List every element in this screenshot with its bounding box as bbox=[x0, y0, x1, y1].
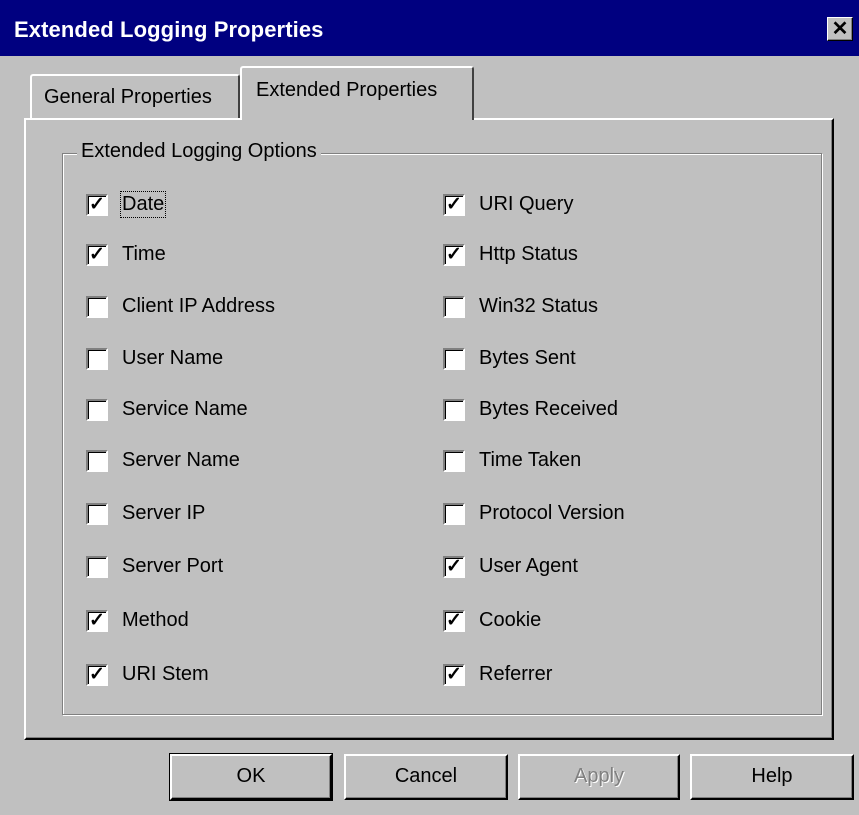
option-label: Protocol Version bbox=[479, 502, 625, 524]
option-label: Cookie bbox=[479, 609, 542, 631]
option-label: Bytes Sent bbox=[479, 347, 576, 369]
option-label: URI Query bbox=[479, 193, 574, 215]
checkbox[interactable] bbox=[86, 399, 108, 421]
cancel-button[interactable]: Cancel bbox=[344, 754, 508, 800]
option-label: Client IP Address bbox=[122, 295, 276, 317]
checkbox[interactable] bbox=[86, 348, 108, 370]
checkmark-icon: ✓ bbox=[89, 194, 105, 215]
checkmark-icon: ✓ bbox=[89, 244, 105, 265]
checkbox[interactable] bbox=[86, 556, 108, 578]
title-bar: Extended Logging Properties ✕ bbox=[0, 0, 859, 56]
checkbox[interactable] bbox=[443, 399, 465, 421]
checkmark-icon: ✓ bbox=[446, 556, 462, 577]
checkbox[interactable]: ✓ bbox=[443, 664, 465, 686]
checkbox[interactable] bbox=[86, 296, 108, 318]
checkbox[interactable]: ✓ bbox=[443, 244, 465, 266]
checkbox[interactable]: ✓ bbox=[86, 610, 108, 632]
checkbox[interactable]: ✓ bbox=[86, 194, 108, 216]
checkbox[interactable]: ✓ bbox=[86, 244, 108, 266]
checkbox[interactable]: ✓ bbox=[443, 556, 465, 578]
option-label: Referrer bbox=[479, 663, 553, 685]
checkbox[interactable] bbox=[86, 503, 108, 525]
checkmark-icon: ✓ bbox=[446, 244, 462, 265]
checkbox[interactable] bbox=[443, 348, 465, 370]
extended-logging-options-group: Extended Logging Options ✓ Date ✓ Time C… bbox=[62, 140, 822, 715]
option-label: User Agent bbox=[479, 555, 578, 577]
option-label: Http Status bbox=[479, 243, 578, 265]
checkmark-icon: ✓ bbox=[89, 610, 105, 631]
checkbox[interactable]: ✓ bbox=[443, 194, 465, 216]
option-label: Time bbox=[122, 243, 166, 265]
checkmark-icon: ✓ bbox=[446, 194, 462, 215]
checkbox[interactable]: ✓ bbox=[443, 610, 465, 632]
group-legend: Extended Logging Options bbox=[77, 140, 321, 163]
checkbox[interactable]: ✓ bbox=[86, 664, 108, 686]
option-label: Service Name bbox=[122, 398, 248, 420]
option-label: Server IP bbox=[122, 502, 206, 524]
option-label: URI Stem bbox=[122, 663, 209, 685]
option-label: Server Port bbox=[122, 555, 224, 577]
checkmark-icon: ✓ bbox=[446, 610, 462, 631]
apply-button: Apply bbox=[518, 754, 680, 800]
window-title: Extended Logging Properties bbox=[14, 17, 324, 42]
tab-label: General Properties bbox=[44, 86, 212, 108]
tab-label: Extended Properties bbox=[256, 79, 438, 101]
option-label: Bytes Received bbox=[479, 398, 618, 420]
tab-general-properties[interactable]: General Properties bbox=[30, 74, 240, 118]
checkmark-icon: ✓ bbox=[446, 664, 462, 685]
checkbox[interactable] bbox=[443, 450, 465, 472]
ok-button[interactable]: OK bbox=[169, 753, 333, 801]
tab-extended-properties[interactable]: Extended Properties bbox=[240, 66, 474, 120]
checkbox[interactable] bbox=[86, 450, 108, 472]
option-label: Win32 Status bbox=[479, 295, 598, 317]
help-button[interactable]: Help bbox=[690, 754, 854, 800]
tab-panel: Extended Logging Options ✓ Date ✓ Time C… bbox=[24, 118, 834, 740]
option-label: Method bbox=[122, 609, 189, 631]
close-icon[interactable]: ✕ bbox=[827, 17, 853, 41]
option-label: Time Taken bbox=[479, 449, 582, 471]
checkbox[interactable] bbox=[443, 503, 465, 525]
option-label: Server Name bbox=[122, 449, 240, 471]
checkbox[interactable] bbox=[443, 296, 465, 318]
option-label: User Name bbox=[122, 347, 224, 369]
dialog-window: Extended Logging Properties ✕ General Pr… bbox=[0, 0, 859, 815]
option-label: Date bbox=[119, 191, 167, 218]
checkmark-icon: ✓ bbox=[89, 664, 105, 685]
